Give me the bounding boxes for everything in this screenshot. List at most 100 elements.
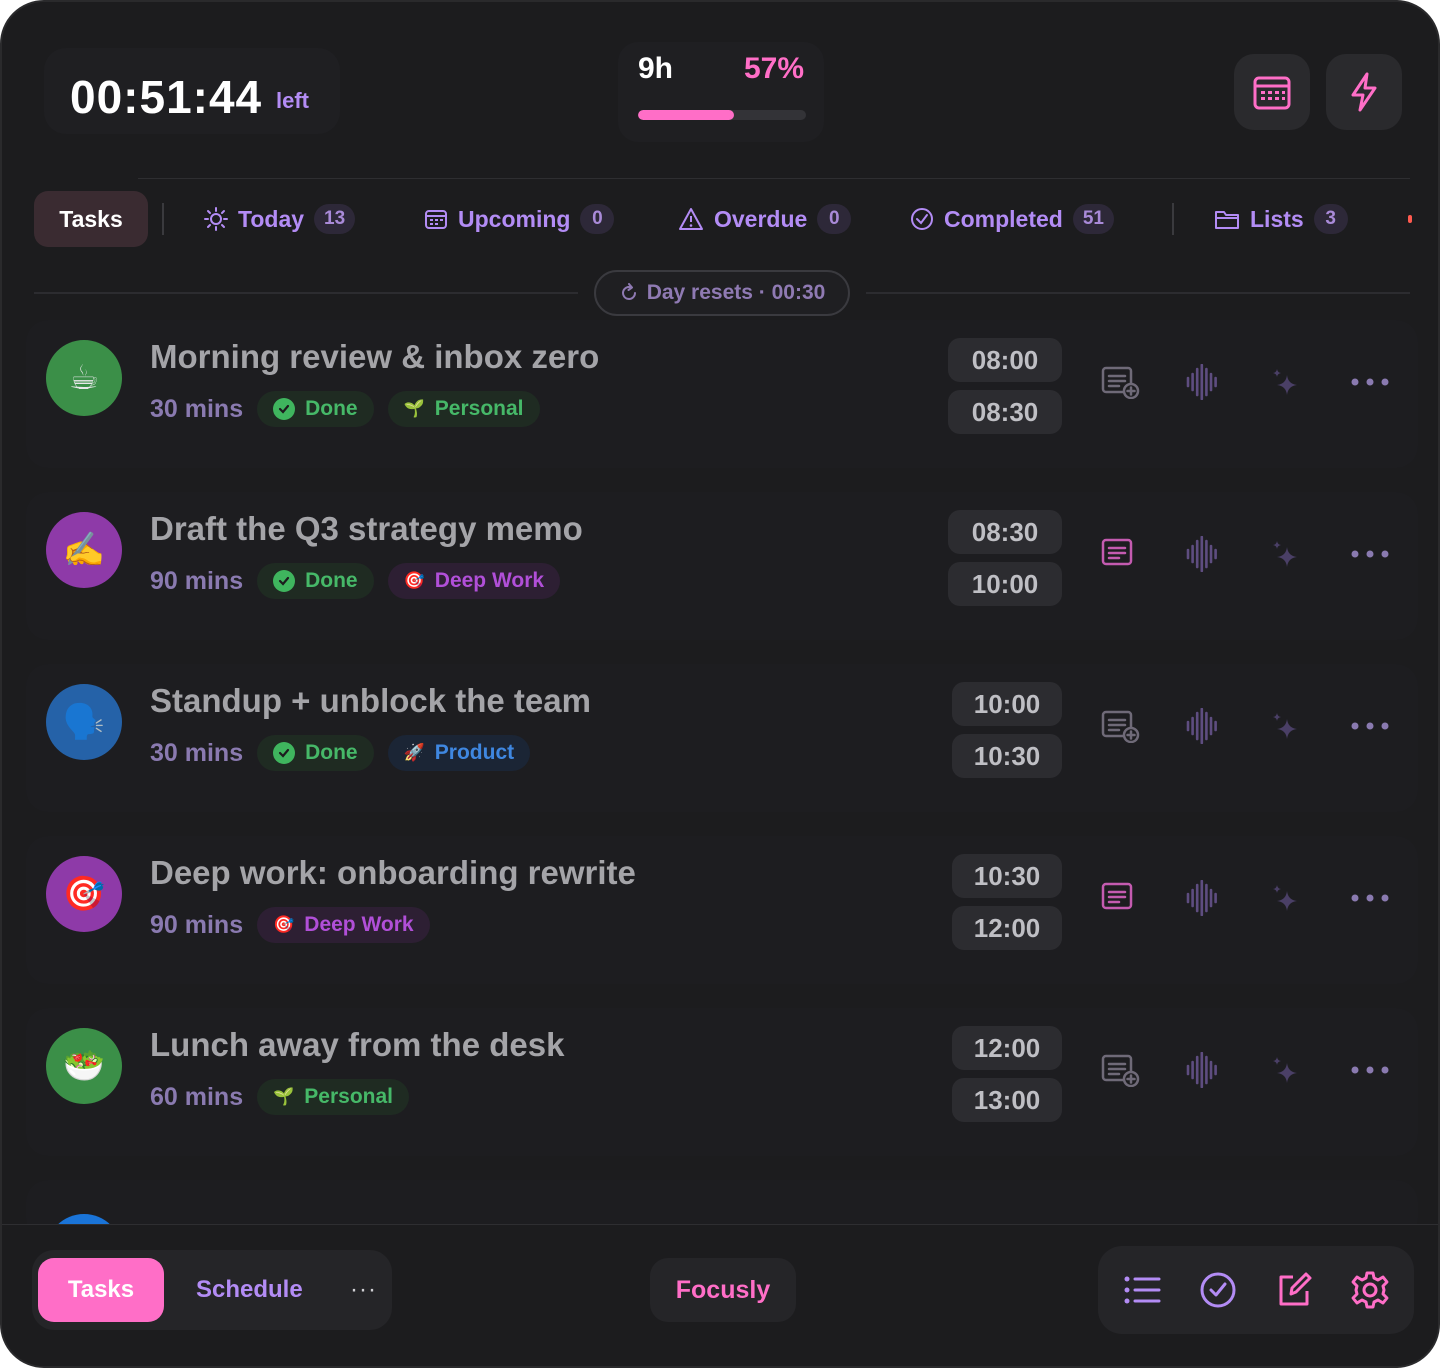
calendar-button[interactable]	[1234, 54, 1310, 130]
end-time[interactable]: 08:30	[948, 390, 1062, 434]
task-row[interactable]: 🥗 Lunch away from the desk 60 mins 🌱 Persona…	[26, 1008, 1418, 1156]
app-window: 00:51:44 left 9h 57% Tasks Today 13 Upco…	[0, 0, 1440, 1368]
tag-badge[interactable]: 🚀 Product	[387, 735, 531, 771]
more-icon	[1351, 1066, 1389, 1074]
notes-button[interactable]	[1098, 704, 1142, 748]
tab-separator	[1172, 203, 1174, 235]
notes-button[interactable]	[1098, 1048, 1142, 1092]
tab-completed[interactable]: Completed 51	[910, 191, 1114, 247]
ai-button[interactable]	[1264, 534, 1308, 578]
tag-badge[interactable]: 🎯 Deep Work	[257, 907, 430, 943]
task-duration: 90 mins	[150, 910, 244, 939]
task-more-button[interactable]	[1348, 876, 1392, 920]
audio-button[interactable]	[1180, 704, 1224, 748]
task-meta: 30 mins Done 🌱 Personal	[150, 390, 540, 428]
audio-button[interactable]	[1180, 1048, 1224, 1092]
done-check-icon	[273, 398, 296, 420]
task-row[interactable]: ✍️ Draft the Q3 strategy memo 90 mins Done 🎯…	[26, 492, 1418, 640]
note-icon	[1101, 882, 1133, 910]
task-more-button[interactable]	[1348, 532, 1392, 576]
task-row[interactable]: 🎯 Deep work: onboarding rewrite 90 mins 🎯 De…	[26, 836, 1418, 984]
task-more-button[interactable]	[1348, 704, 1392, 748]
start-time[interactable]: 12:00	[952, 1026, 1062, 1070]
start-time[interactable]: 08:30	[948, 510, 1062, 554]
audio-button[interactable]	[1180, 532, 1224, 576]
refresh-icon	[621, 283, 636, 300]
calendar-small-icon	[425, 210, 447, 229]
end-time[interactable]: 10:00	[948, 562, 1062, 606]
status-badge[interactable]: Done	[257, 735, 374, 771]
tab-upcoming[interactable]: Upcoming 0	[424, 191, 615, 247]
tab-upcoming-count: 0	[580, 204, 615, 234]
app-brand[interactable]: Focusly	[650, 1258, 796, 1322]
tag-label: Deep Work	[304, 913, 414, 936]
reset-divider-right	[866, 292, 1410, 294]
day-reset-label: Day resets · 00:30	[646, 281, 826, 304]
edit-icon	[1279, 1272, 1312, 1306]
status-badge[interactable]: Done	[257, 391, 374, 427]
tag-emoji: 🚀	[403, 743, 425, 762]
audio-button[interactable]	[1180, 360, 1224, 404]
edit-button[interactable]	[1272, 1268, 1316, 1312]
tab-upcoming-label: Upcoming	[458, 205, 571, 232]
settings-button[interactable]	[1348, 1268, 1392, 1312]
ai-button[interactable]	[1264, 706, 1308, 750]
notes-button[interactable]	[1098, 532, 1142, 576]
sparkle-icon	[1273, 885, 1297, 911]
tag-badge[interactable]: 🌱 Personal	[257, 1079, 409, 1115]
complete-button[interactable]	[1196, 1268, 1240, 1312]
task-avatar: ☕	[46, 340, 122, 416]
lightning-icon	[1351, 72, 1377, 112]
audio-button[interactable]	[1180, 876, 1224, 920]
tab-overdue[interactable]: Overdue 0	[678, 191, 852, 247]
tab-tasks[interactable]: Tasks	[34, 191, 148, 247]
tab-today[interactable]: Today 13	[204, 191, 356, 247]
task-avatar: 🗣️	[46, 684, 122, 760]
tab-today-label: Today	[238, 205, 305, 232]
header-divider	[138, 178, 1410, 179]
task-more-button[interactable]	[1348, 360, 1392, 404]
quick-action-button[interactable]	[1326, 54, 1402, 130]
task-emoji: 🥗	[62, 1047, 106, 1085]
view-schedule-button[interactable]: Schedule	[196, 1258, 303, 1322]
ai-button[interactable]	[1264, 878, 1308, 922]
task-row[interactable]: 🗣️ Standup + unblock the team 30 mins Done 🚀…	[26, 664, 1418, 812]
list-view-button[interactable]	[1120, 1268, 1164, 1312]
status-badge[interactable]: Done	[257, 563, 374, 599]
tab-today-count: 13	[314, 204, 356, 234]
task-avatar: ✍️	[46, 512, 122, 588]
day-progress: 9h 57%	[618, 42, 824, 142]
start-time[interactable]: 10:30	[952, 854, 1062, 898]
notes-button[interactable]	[1098, 360, 1142, 404]
tag-badge[interactable]: 🎯 Deep Work	[387, 563, 561, 599]
ai-button[interactable]	[1264, 1050, 1308, 1094]
start-time[interactable]: 10:00	[952, 682, 1062, 726]
task-duration: 30 mins	[150, 394, 244, 423]
notes-button[interactable]	[1098, 876, 1142, 920]
end-time[interactable]: 10:30	[952, 734, 1062, 778]
task-more-button[interactable]	[1348, 1048, 1392, 1092]
task-title[interactable]: Lunch away from the desk	[150, 1026, 564, 1064]
task-meta: 90 mins 🎯 Deep Work	[150, 906, 430, 944]
ai-button[interactable]	[1264, 362, 1308, 406]
done-check-icon	[273, 570, 296, 592]
tag-badge[interactable]: 🌱 Personal	[387, 391, 540, 427]
end-time[interactable]: 13:00	[952, 1078, 1062, 1122]
sparkle-icon	[1273, 369, 1297, 395]
tab-lists-count: 3	[1313, 204, 1348, 234]
tab-lists-label: Lists	[1250, 205, 1304, 232]
task-title[interactable]: Deep work: onboarding rewrite	[150, 854, 636, 892]
status-label: Done	[305, 569, 358, 592]
end-time[interactable]: 12:00	[952, 906, 1062, 950]
status-label: Done	[305, 741, 358, 764]
task-emoji: ☕	[68, 359, 100, 397]
start-time[interactable]: 08:00	[948, 338, 1062, 382]
task-title[interactable]: Morning review & inbox zero	[150, 338, 599, 376]
task-row[interactable]: ☕ Morning review & inbox zero 30 mins Done 🌱…	[26, 320, 1418, 468]
tab-lists[interactable]: Lists 3	[1214, 191, 1348, 247]
view-tasks-button[interactable]: Tasks	[38, 1258, 164, 1322]
task-title[interactable]: Draft the Q3 strategy memo	[150, 510, 583, 548]
task-title[interactable]: Standup + unblock the team	[150, 682, 591, 720]
view-more-button[interactable]: ···	[350, 1258, 377, 1322]
check-icon	[1200, 1272, 1236, 1308]
